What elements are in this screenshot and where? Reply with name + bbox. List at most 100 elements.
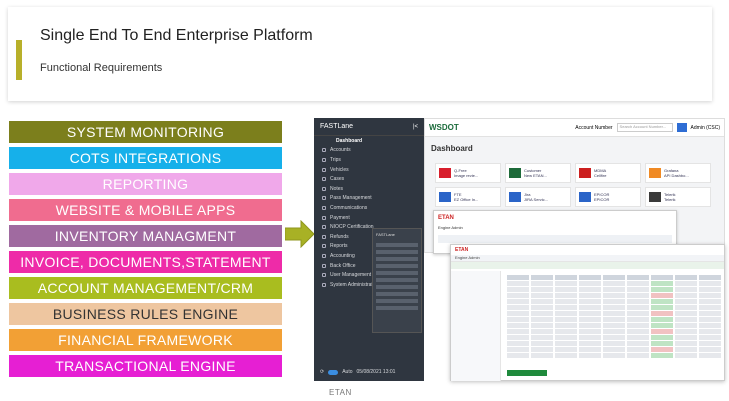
sidebar-item[interactable]: Notes xyxy=(314,184,424,194)
table-cell xyxy=(555,293,577,298)
sidebar-item-label: Trips xyxy=(330,156,341,163)
module-1: COTS INTEGRATIONS xyxy=(9,147,282,169)
table-cell xyxy=(627,353,649,358)
sidebar-item[interactable]: Payment xyxy=(314,213,424,223)
table-cell xyxy=(651,299,673,304)
app-tile[interactable]: EPICOR EPICOR xyxy=(575,187,641,207)
module-2: REPORTING xyxy=(9,173,282,195)
table-cell xyxy=(579,329,601,334)
table-row[interactable] xyxy=(507,335,721,340)
popup-item[interactable] xyxy=(376,271,418,275)
sidebar-item[interactable]: Pass Management xyxy=(314,194,424,204)
engine-admin-tabs[interactable] xyxy=(438,235,672,243)
popup-item[interactable] xyxy=(376,285,418,289)
user-menu[interactable]: Admin (CSC) xyxy=(691,125,720,131)
popup-item[interactable] xyxy=(376,264,418,268)
tile-logo-icon xyxy=(439,168,451,178)
table-row[interactable] xyxy=(507,281,721,286)
table-cell xyxy=(531,305,553,310)
account-number-select[interactable]: Account Number xyxy=(575,125,612,131)
table-cell xyxy=(675,347,697,352)
sidebar-item[interactable]: Vehicles xyxy=(314,165,424,175)
auto-toggle[interactable] xyxy=(328,369,339,375)
table-cell xyxy=(627,287,649,292)
sidebar-item[interactable]: Communications xyxy=(314,203,424,213)
app-tile[interactable]: MDMA Cellfire xyxy=(575,163,641,183)
popup-item[interactable] xyxy=(376,292,418,296)
app-tile[interactable]: Q-Free Image revie... xyxy=(435,163,501,183)
tile-subtitle: Telerik xyxy=(664,197,676,202)
table-cell xyxy=(627,347,649,352)
footer-datetime: 05/08/2021 13:01 xyxy=(356,369,396,375)
table-cell xyxy=(579,341,601,346)
menu-icon xyxy=(322,253,326,258)
popup-item[interactable] xyxy=(376,299,418,303)
table-cell xyxy=(507,311,529,316)
table-row[interactable] xyxy=(507,287,721,292)
sidebar-item[interactable]: Dashboard xyxy=(314,136,424,146)
table-cell xyxy=(555,353,577,358)
table-cell xyxy=(555,323,577,328)
table-cell xyxy=(507,287,529,292)
app-tile[interactable]: FTE EZ Office In... xyxy=(435,187,501,207)
table-cell xyxy=(651,317,673,322)
etan-logo: ETAN xyxy=(438,215,454,221)
sidebar-item[interactable]: Accounts xyxy=(314,146,424,156)
table-cell xyxy=(507,323,529,328)
popup-item[interactable] xyxy=(376,257,418,261)
table-row[interactable] xyxy=(507,311,721,316)
table-cell xyxy=(699,335,721,340)
sidebar-item[interactable]: Trips xyxy=(314,155,424,165)
table-row[interactable] xyxy=(507,293,721,298)
table-row[interactable] xyxy=(507,317,721,322)
table-cell xyxy=(579,305,601,310)
module-0: SYSTEM MONITORING xyxy=(9,121,282,143)
table-row[interactable] xyxy=(507,299,721,304)
table-row[interactable] xyxy=(507,353,721,358)
table-cell xyxy=(675,281,697,286)
table-row[interactable] xyxy=(507,329,721,334)
popup-item[interactable] xyxy=(376,250,418,254)
table-cell xyxy=(651,281,673,286)
table-cell xyxy=(531,293,553,298)
popup-item[interactable] xyxy=(376,243,418,247)
popup-title: FASTLane xyxy=(376,232,395,237)
table-cell xyxy=(555,329,577,334)
app-tile[interactable]: Grafana API Dashbo... xyxy=(645,163,711,183)
collapse-icon[interactable]: |< xyxy=(413,124,418,130)
sidebar-item-label: Pass Management xyxy=(330,195,372,202)
table-cell xyxy=(579,347,601,352)
sidebar-item-label: Cases xyxy=(330,176,345,183)
popup-item[interactable] xyxy=(376,278,418,282)
table-row[interactable] xyxy=(507,305,721,310)
popup-item[interactable] xyxy=(376,306,418,310)
module-9: TRANSACTIONAL ENGINE xyxy=(9,355,282,377)
app-tile[interactable]: Jira JIRA Servic... xyxy=(505,187,571,207)
tile-subtitle: New ETAN... xyxy=(524,173,547,178)
table-row[interactable] xyxy=(507,347,721,352)
table-cell xyxy=(603,341,625,346)
sidebar-item[interactable]: Cases xyxy=(314,174,424,184)
table-cell xyxy=(675,341,697,346)
app-tile[interactable]: Telerik Telerik xyxy=(645,187,711,207)
app-tile[interactable]: Customer New ETAN... xyxy=(505,163,571,183)
table-row[interactable] xyxy=(507,341,721,346)
table-cell xyxy=(651,323,673,328)
table-cell xyxy=(627,293,649,298)
menu-icon xyxy=(322,177,326,182)
sidebar-item-label: Reports xyxy=(330,243,348,250)
refresh-icon[interactable]: ⟳ xyxy=(320,369,324,375)
table-cell xyxy=(579,287,601,292)
search-input[interactable]: Search Account Number... xyxy=(616,123,673,132)
table-window-tabs[interactable] xyxy=(451,262,724,269)
table-cell xyxy=(699,275,721,280)
table-row[interactable] xyxy=(507,323,721,328)
page-title: Single End To End Enterprise Platform xyxy=(40,27,313,44)
table-cell xyxy=(579,293,601,298)
table-cell xyxy=(507,353,529,358)
apply-button[interactable] xyxy=(507,370,547,376)
table-cell xyxy=(699,311,721,316)
search-button[interactable] xyxy=(676,123,687,132)
table-cell xyxy=(627,329,649,334)
etan-logo: ETAN xyxy=(455,247,469,253)
